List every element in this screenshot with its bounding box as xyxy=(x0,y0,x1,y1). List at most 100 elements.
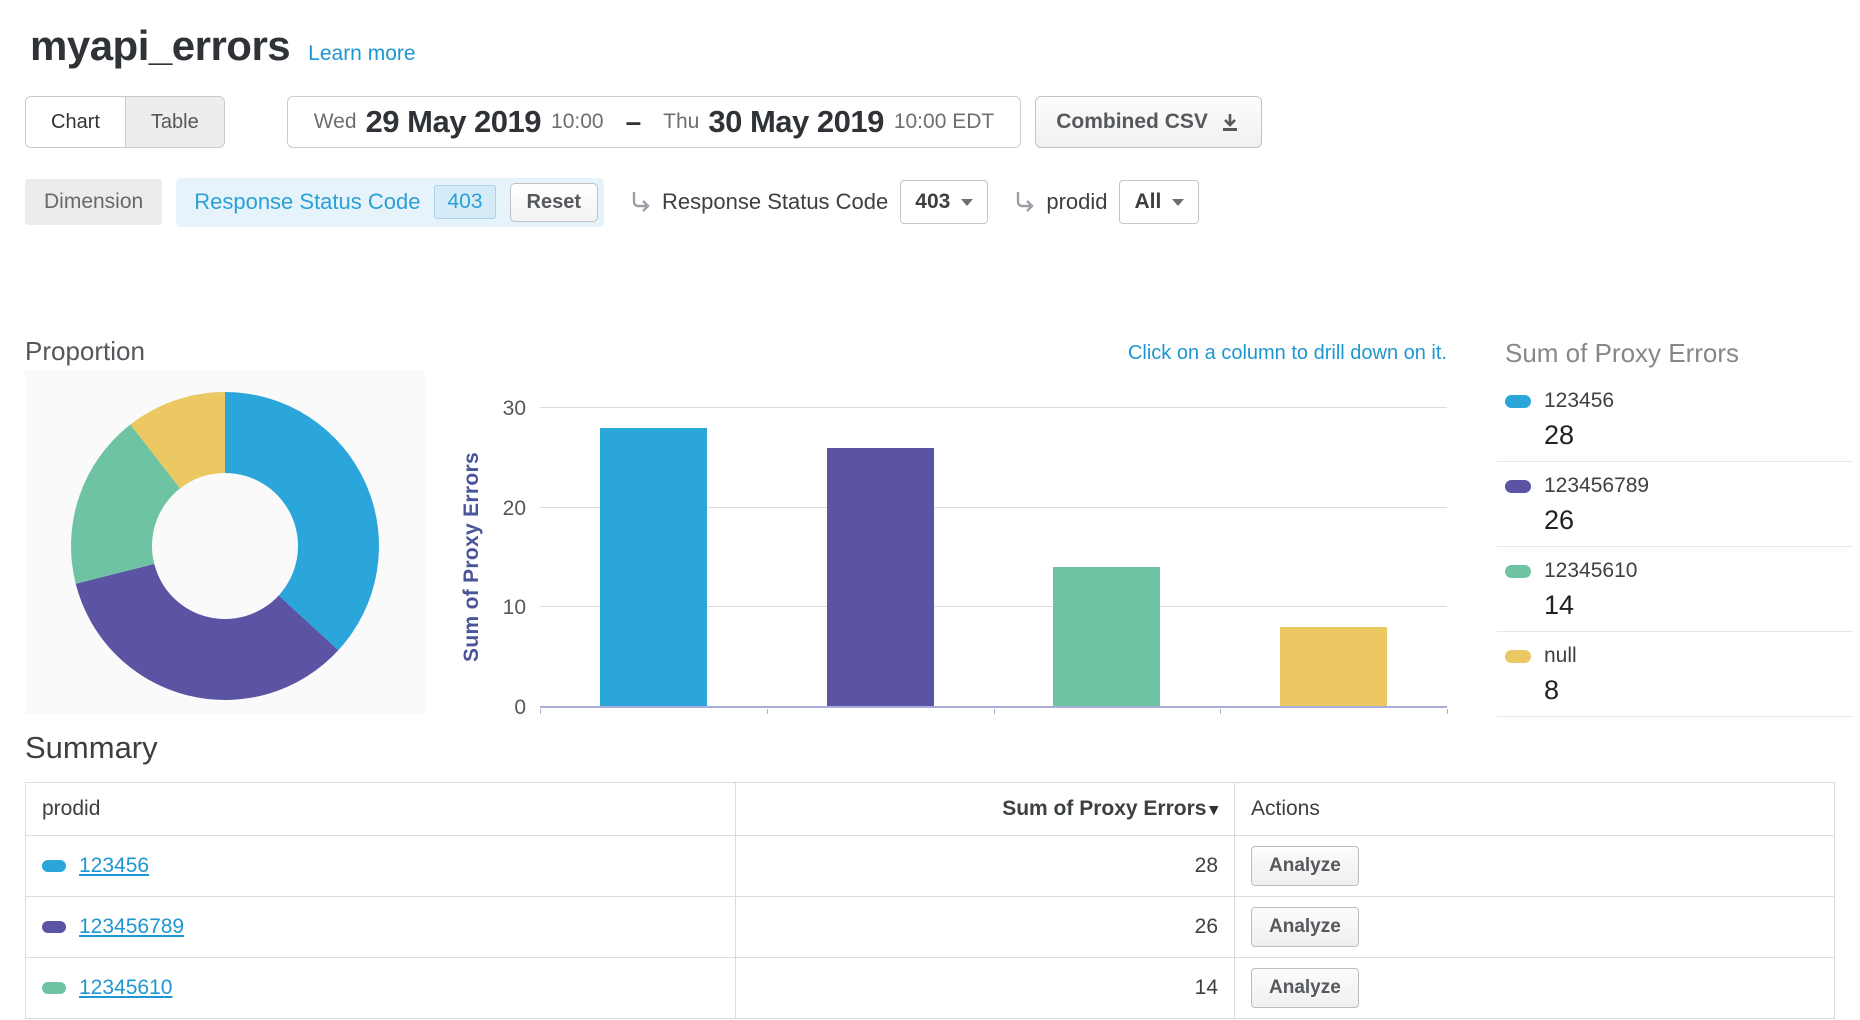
reset-filter-button[interactable]: Reset xyxy=(510,183,598,222)
csv-button-label: Combined CSV xyxy=(1056,110,1208,134)
summary-table-body: 12345628Analyze12345678926Analyze1234561… xyxy=(26,836,1835,1019)
x-axis-tick xyxy=(1447,709,1448,714)
chart-legend: Sum of Proxy Errors 12345628123456789261… xyxy=(1497,338,1853,717)
summary-row: 123456789 26 Analyze xyxy=(26,897,1835,958)
sort-descending-icon: ▾ xyxy=(1209,800,1218,819)
gridline xyxy=(540,407,1447,408)
view-toggle: Chart Table xyxy=(25,96,225,148)
donut-chart-svg xyxy=(25,370,425,714)
actions-cell: Analyze xyxy=(1235,897,1835,958)
legend-value: 26 xyxy=(1544,505,1853,536)
summary-header-row: prodid Sum of Proxy Errors▾ Actions xyxy=(26,783,1835,836)
prodid-link[interactable]: 12345610 xyxy=(79,976,172,999)
dimension-label: Dimension xyxy=(25,179,162,225)
legend-swatch xyxy=(1505,565,1531,578)
legend-swatch xyxy=(1505,395,1531,408)
legend-swatch xyxy=(1505,650,1531,663)
end-date: 30 May 2019 xyxy=(708,104,883,140)
active-filter-name: Response Status Code xyxy=(194,189,420,215)
prodid-dropdown[interactable]: All xyxy=(1119,180,1199,224)
filter-bar: Dimension Response Status Code 403 Reset… xyxy=(25,178,1860,226)
drilldown-arrow-icon xyxy=(1012,189,1038,215)
download-icon xyxy=(1219,111,1241,133)
analyze-button[interactable]: Analyze xyxy=(1251,968,1359,1008)
value-cell: 14 xyxy=(736,958,1235,1019)
legend-label: 123456789 xyxy=(1505,474,1853,498)
learn-more-link[interactable]: Learn more xyxy=(308,42,415,66)
value-cell: 28 xyxy=(736,836,1235,897)
combined-csv-button[interactable]: Combined CSV xyxy=(1035,96,1262,148)
analyze-button[interactable]: Analyze xyxy=(1251,907,1359,947)
proportion-donut-chart xyxy=(25,370,425,714)
legend-category: 123456789 xyxy=(1544,474,1649,498)
summary-section: Summary prodid Sum of Proxy Errors▾ Acti… xyxy=(25,730,1835,1019)
legend-entry-123456789[interactable]: 123456789 26 xyxy=(1497,462,1853,547)
legend-label: null xyxy=(1505,644,1853,668)
prodid-cell: 123456789 xyxy=(26,897,736,958)
prodid-dropdown-value: All xyxy=(1134,190,1161,214)
analyze-button[interactable]: Analyze xyxy=(1251,846,1359,886)
drilldown-hint-text: Click on a column to drill down on it. xyxy=(540,342,1447,365)
legend-label: 123456 xyxy=(1505,389,1853,413)
legend-entry-12345610[interactable]: 12345610 14 xyxy=(1497,547,1853,632)
x-axis-tick xyxy=(540,709,541,714)
legend-title: Sum of Proxy Errors xyxy=(1497,338,1853,369)
start-day: Wed xyxy=(314,110,357,134)
y-tick-label: 30 xyxy=(478,397,526,421)
donut-segment-123456[interactable] xyxy=(225,392,379,650)
value-cell: 26 xyxy=(736,897,1235,958)
series-swatch xyxy=(42,921,66,933)
y-axis-label: Sum of Proxy Errors xyxy=(460,452,484,662)
summary-row: 12345610 14 Analyze xyxy=(26,958,1835,1019)
legend-entry-123456[interactable]: 123456 28 xyxy=(1497,377,1853,462)
column-header-prodid[interactable]: prodid xyxy=(26,783,736,836)
toolbar: Chart Table Wed 29 May 2019 10:00 – Thu … xyxy=(25,96,1860,148)
prodid-cell: 123456 xyxy=(26,836,736,897)
page-title: myapi_errors xyxy=(30,22,290,70)
y-tick-label: 10 xyxy=(478,596,526,620)
prodid-link[interactable]: 123456789 xyxy=(79,915,184,938)
table-view-button[interactable]: Table xyxy=(125,97,224,147)
column-header-label: Sum of Proxy Errors xyxy=(1002,797,1206,820)
page-header: myapi_errors Learn more xyxy=(0,0,1860,70)
chart-view-button[interactable]: Chart xyxy=(26,97,125,147)
chevron-down-icon xyxy=(961,199,973,206)
bar-123456789[interactable] xyxy=(827,448,934,707)
drilldown-label-prodid: prodid xyxy=(1046,189,1107,215)
summary-table: prodid Sum of Proxy Errors▾ Actions 1234… xyxy=(25,782,1835,1019)
legend-category: 12345610 xyxy=(1544,559,1637,583)
legend-category: null xyxy=(1544,644,1577,668)
legend-value: 14 xyxy=(1544,590,1853,621)
end-day: Thu xyxy=(663,110,699,134)
bar-123456[interactable] xyxy=(600,428,707,707)
x-axis-line xyxy=(540,706,1447,708)
summary-row: 123456 28 Analyze xyxy=(26,836,1835,897)
status-code-dropdown[interactable]: 403 xyxy=(900,180,988,224)
legend-value: 28 xyxy=(1544,420,1853,451)
bar-12345610[interactable] xyxy=(1053,567,1160,707)
status-code-dropdown-value: 403 xyxy=(915,190,950,214)
prodid-link[interactable]: 123456 xyxy=(79,854,149,877)
report-page: myapi_errors Learn more Chart Table Wed … xyxy=(0,0,1860,1020)
end-time: 10:00 EDT xyxy=(894,110,994,134)
chevron-down-icon xyxy=(1172,199,1184,206)
x-axis-tick xyxy=(1220,709,1221,714)
start-time: 10:00 xyxy=(551,110,604,134)
date-range-separator: – xyxy=(626,106,642,138)
legend-entries: 123456 28 123456789 26 12345610 14 null8 xyxy=(1497,377,1853,717)
active-filter-value-chip: 403 xyxy=(434,185,495,219)
legend-entry-null[interactable]: null8 xyxy=(1497,632,1853,717)
prodid-cell: 12345610 xyxy=(26,958,736,1019)
y-tick-label: 20 xyxy=(478,497,526,521)
bar-null[interactable] xyxy=(1280,627,1387,707)
column-header-actions: Actions xyxy=(1235,783,1835,836)
x-axis-tick xyxy=(994,709,995,714)
date-range-picker[interactable]: Wed 29 May 2019 10:00 – Thu 30 May 2019 … xyxy=(287,96,1022,148)
chart-area: Proportion Click on a column to drill do… xyxy=(0,226,1860,718)
summary-heading: Summary xyxy=(25,730,1835,766)
legend-swatch xyxy=(1505,480,1531,493)
drilldown-arrow-icon xyxy=(628,189,654,215)
y-tick-label: 0 xyxy=(478,696,526,720)
column-header-sum-of-proxy-errors[interactable]: Sum of Proxy Errors▾ xyxy=(736,783,1235,836)
actions-cell: Analyze xyxy=(1235,958,1835,1019)
